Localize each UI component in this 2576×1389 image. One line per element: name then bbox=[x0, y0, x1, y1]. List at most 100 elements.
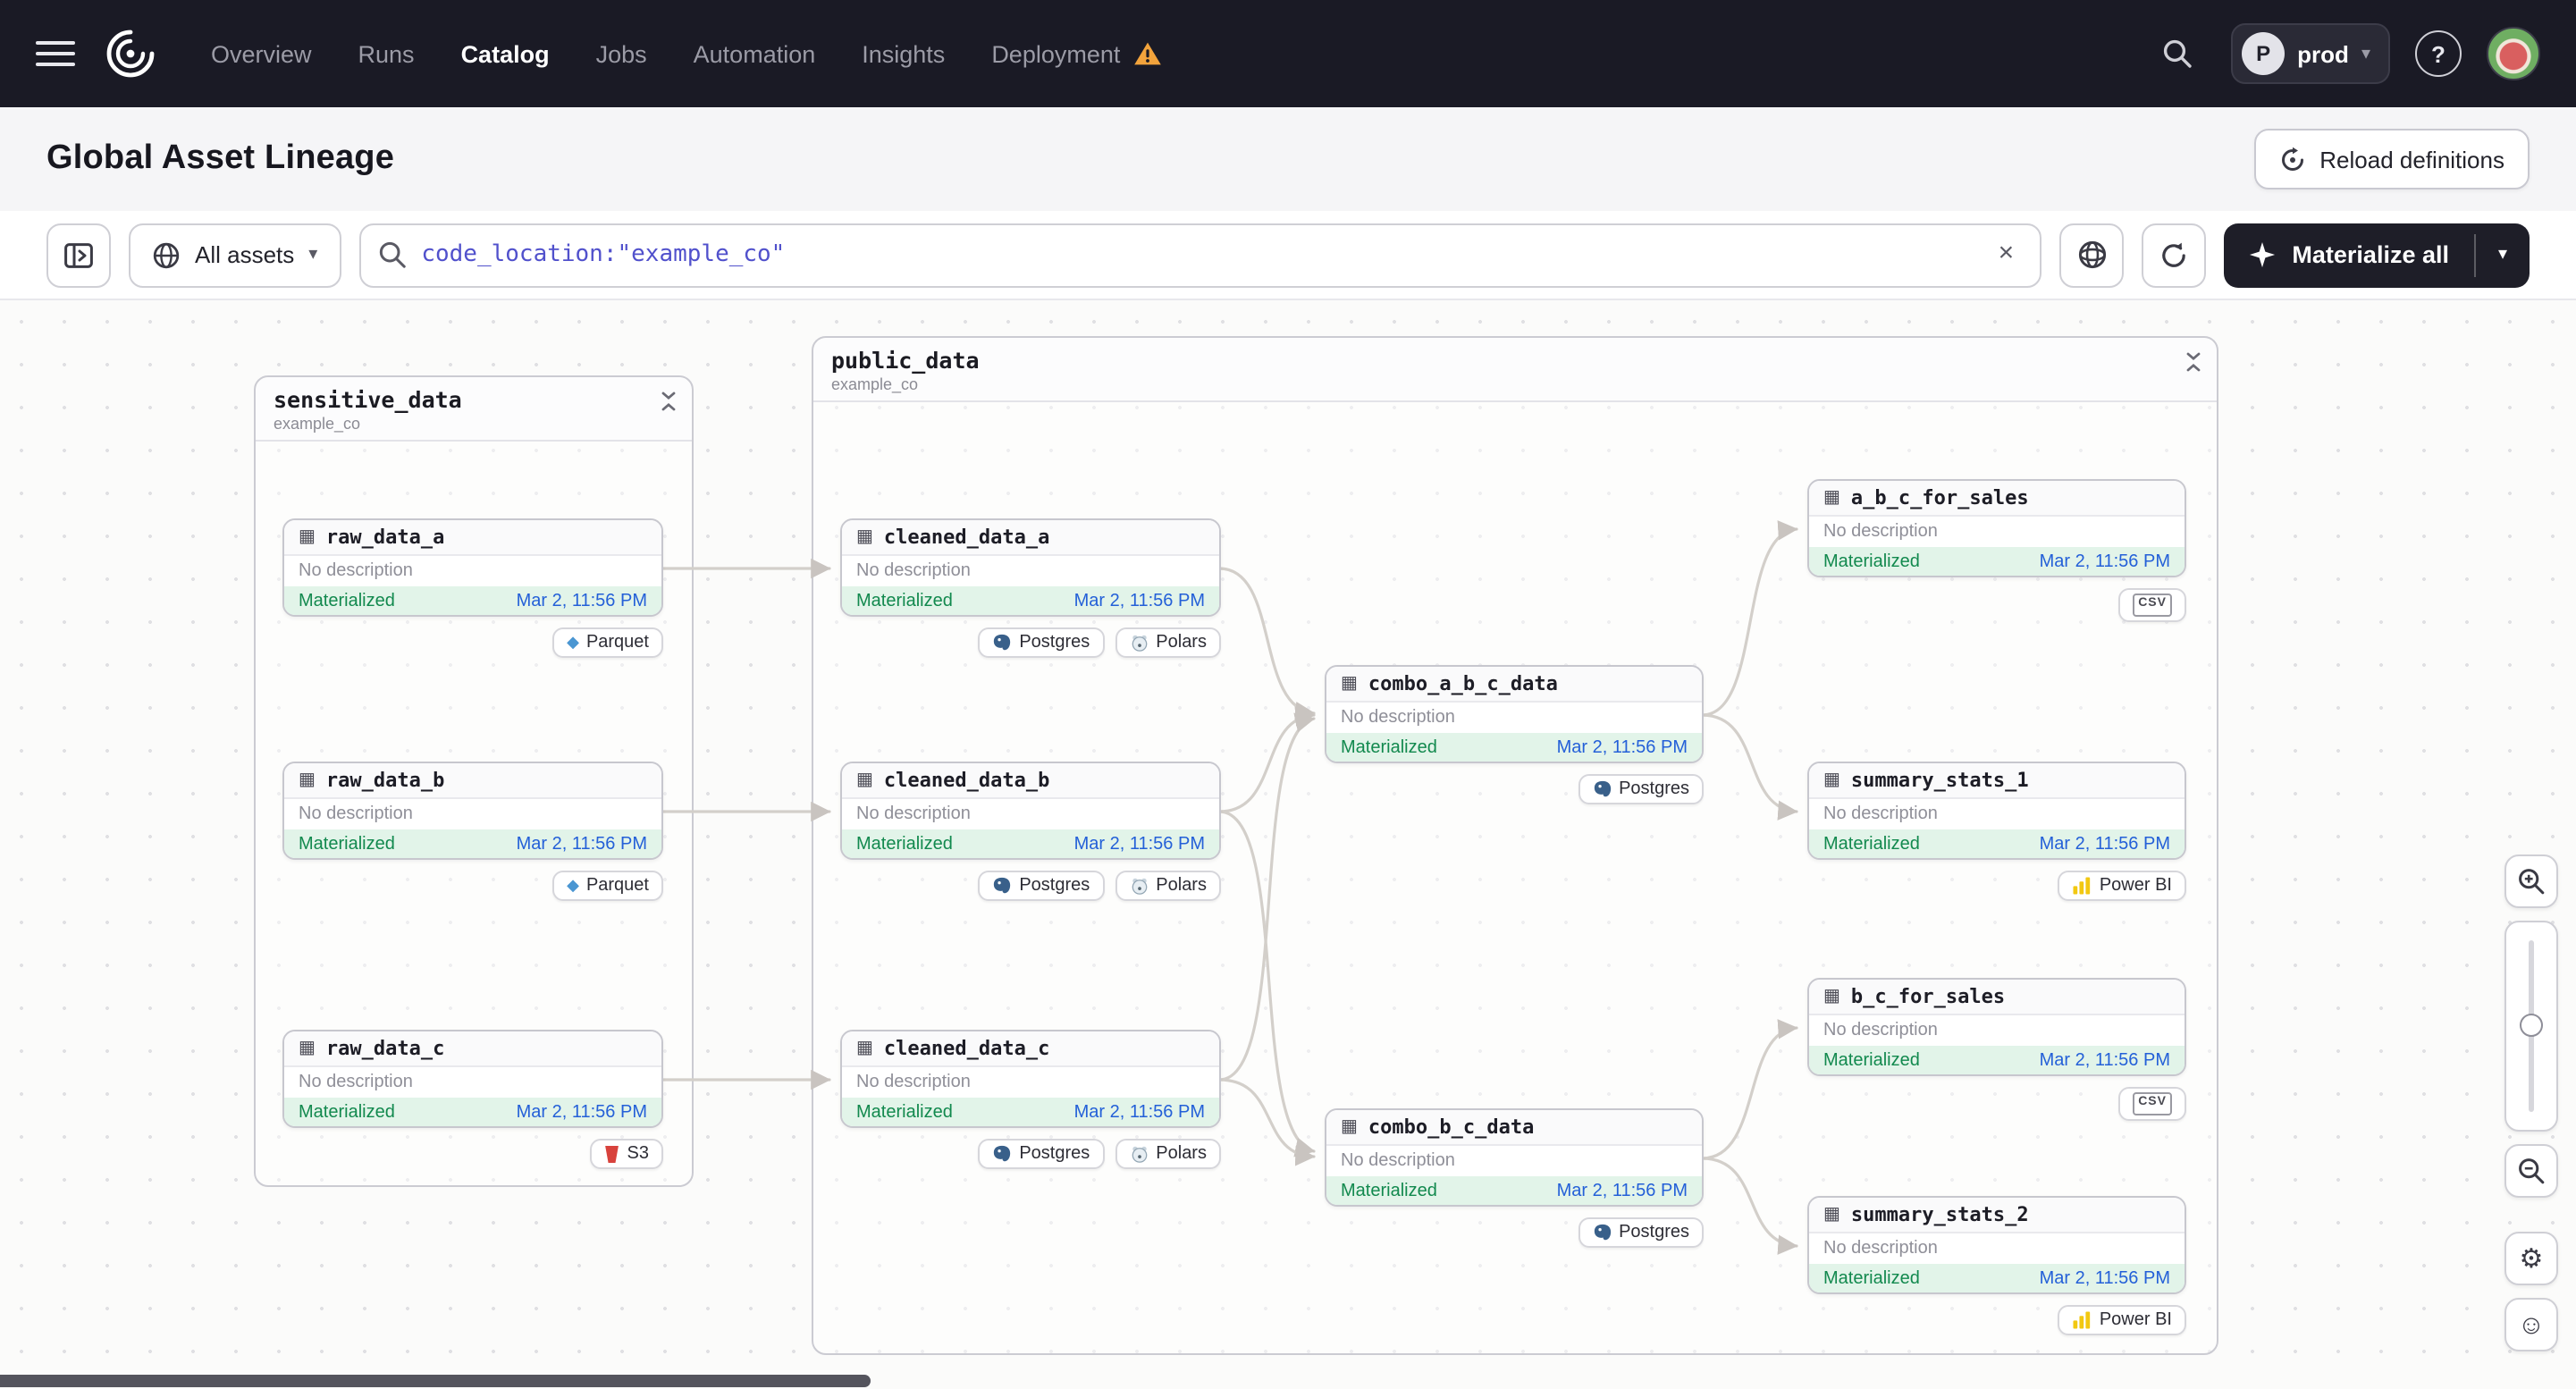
asset-card[interactable]: ▦ b_c_for_sales No description Materializ… bbox=[1807, 978, 2186, 1076]
deployment-switcher[interactable]: P prod ▾ bbox=[2231, 23, 2390, 84]
zoom-out-icon[interactable] bbox=[2504, 1144, 2558, 1198]
asset-card[interactable]: ▦ cleaned_data_c No description Materiali… bbox=[840, 1030, 1221, 1128]
asset-card[interactable]: ▦ a_b_c_for_sales No description Material… bbox=[1807, 479, 2186, 577]
asset-card[interactable]: ▦ combo_a_b_c_data No description Materia… bbox=[1325, 665, 1704, 763]
materialization-timestamp: Mar 2, 11:56 PM bbox=[1073, 591, 1205, 610]
nav-item-insights[interactable]: Insights bbox=[862, 40, 945, 67]
refresh-icon[interactable] bbox=[2142, 223, 2207, 287]
toggle-sidebar-icon[interactable] bbox=[46, 223, 111, 287]
status-badge: Materialized bbox=[1823, 834, 1920, 854]
nav-item-automation[interactable]: Automation bbox=[694, 40, 816, 67]
menu-icon[interactable] bbox=[36, 41, 75, 66]
asset-card[interactable]: ▦ summary_stats_2 No description Material… bbox=[1807, 1196, 2186, 1294]
tag-postgres[interactable]: Postgres bbox=[1578, 1217, 1704, 1248]
nav-item-deployment[interactable]: Deployment bbox=[991, 40, 1120, 67]
help-icon[interactable]: ? bbox=[2415, 30, 2462, 77]
asset-card[interactable]: ▦ raw_data_b No description Materialized M… bbox=[282, 762, 663, 860]
asset-description: No description bbox=[842, 799, 1219, 829]
materialization-timestamp: Mar 2, 11:56 PM bbox=[516, 1102, 647, 1122]
dagster-app: Overview Runs Catalog Jobs Automation In… bbox=[0, 0, 2576, 1389]
table-icon: ▦ bbox=[856, 526, 873, 546]
asset-card[interactable]: ▦ cleaned_data_a No description Materiali… bbox=[840, 518, 1221, 617]
tag-polars[interactable]: Polars bbox=[1115, 627, 1221, 658]
postgres-icon bbox=[1593, 780, 1611, 797]
search-icon bbox=[376, 239, 407, 269]
dagster-logo[interactable] bbox=[100, 23, 161, 84]
user-avatar[interactable] bbox=[2487, 27, 2540, 80]
tag-parquet[interactable]: ◆ Parquet bbox=[552, 627, 663, 658]
asset-card[interactable]: ▦ raw_data_a No description Materialized M… bbox=[282, 518, 663, 617]
nav-item-catalog[interactable]: Catalog bbox=[461, 40, 550, 67]
tag-postgres[interactable]: Postgres bbox=[978, 627, 1105, 658]
asset-description: No description bbox=[1809, 1233, 2185, 1264]
asset-description: No description bbox=[284, 799, 661, 829]
asset-node-cleaned-data-c: ▦ cleaned_data_c No description Materiali… bbox=[840, 1030, 1221, 1169]
status-badge: Materialized bbox=[1823, 1268, 1920, 1288]
postgres-icon bbox=[994, 877, 1011, 894]
materialization-timestamp: Mar 2, 11:56 PM bbox=[1556, 737, 1688, 757]
tag-postgres[interactable]: Postgres bbox=[978, 871, 1105, 901]
tag-parquet[interactable]: ◆ Parquet bbox=[552, 871, 663, 901]
asset-description: No description bbox=[1809, 799, 2185, 829]
asset-node-b-c-for-sales: ▦ b_c_for_sales No description Materializ… bbox=[1807, 978, 2186, 1120]
warning-icon bbox=[1133, 42, 1161, 65]
page-header: Global Asset Lineage Reload definitions bbox=[0, 107, 2576, 211]
page-title: Global Asset Lineage bbox=[46, 139, 395, 177]
zoom-slider[interactable] bbox=[2504, 921, 2558, 1132]
materialization-timestamp: Mar 2, 11:56 PM bbox=[1073, 834, 1205, 854]
lineage-canvas[interactable]: sensitive_data example_co public_data ex… bbox=[0, 300, 2576, 1389]
asset-node-summary-stats-1: ▦ summary_stats_1 No description Material… bbox=[1807, 762, 2186, 901]
asset-card[interactable]: ▦ summary_stats_1 No description Material… bbox=[1807, 762, 2186, 860]
materialize-options-caret[interactable]: ▾ bbox=[2476, 223, 2530, 287]
asset-search: × bbox=[358, 223, 2042, 287]
table-icon: ▦ bbox=[1823, 1204, 1840, 1224]
table-icon: ▦ bbox=[299, 1038, 316, 1057]
status-badge: Materialized bbox=[1341, 1181, 1437, 1200]
materialize-all-split-button: Materialize all ▾ bbox=[2224, 223, 2530, 287]
horizontal-scrollbar[interactable] bbox=[0, 1375, 871, 1387]
asset-description: No description bbox=[1326, 1146, 1702, 1176]
status-badge: Materialized bbox=[1823, 1050, 1920, 1070]
tag-polars[interactable]: Polars bbox=[1115, 871, 1221, 901]
asset-description: No description bbox=[1809, 1015, 2185, 1046]
reload-definitions-button[interactable]: Reload definitions bbox=[2253, 129, 2530, 189]
table-icon: ▦ bbox=[1341, 1116, 1358, 1136]
tag-power-bi[interactable]: Power BI bbox=[2058, 871, 2186, 901]
nav-item-overview[interactable]: Overview bbox=[211, 40, 312, 67]
search-input[interactable] bbox=[358, 223, 2042, 287]
tag-postgres[interactable]: Postgres bbox=[1578, 774, 1704, 804]
asset-filter-dropdown[interactable]: All assets ▾ bbox=[129, 223, 341, 287]
table-icon: ▦ bbox=[1823, 770, 1840, 789]
s3-icon bbox=[604, 1145, 619, 1163]
status-badge: Materialized bbox=[856, 834, 953, 854]
zoom-in-icon[interactable] bbox=[2504, 854, 2558, 908]
materialize-all-button[interactable]: Materialize all bbox=[2224, 223, 2474, 287]
tag-polars[interactable]: Polars bbox=[1115, 1139, 1221, 1169]
chevron-down-icon: ▾ bbox=[2361, 44, 2370, 63]
tag-csv[interactable]: CSV bbox=[2118, 588, 2186, 621]
deployment-name: prod bbox=[2297, 40, 2349, 67]
tag-postgres[interactable]: Postgres bbox=[978, 1139, 1105, 1169]
table-icon: ▦ bbox=[299, 770, 316, 789]
tag-csv[interactable]: CSV bbox=[2118, 1087, 2186, 1120]
feedback-face-icon[interactable]: ☺ bbox=[2504, 1298, 2558, 1351]
search-icon[interactable] bbox=[2149, 25, 2206, 82]
asset-node-a-b-c-for-sales: ▦ a_b_c_for_sales No description Material… bbox=[1807, 479, 2186, 621]
status-badge: Materialized bbox=[856, 591, 953, 610]
nav-links: Overview Runs Catalog Jobs Automation In… bbox=[211, 40, 1161, 67]
gear-icon[interactable]: ⚙ bbox=[2504, 1232, 2558, 1285]
asset-card[interactable]: ▦ combo_b_c_data No description Materiali… bbox=[1325, 1108, 1704, 1207]
zoom-slider-thumb[interactable] bbox=[2520, 1014, 2543, 1038]
asset-node-cleaned-data-b: ▦ cleaned_data_b No description Materiali… bbox=[840, 762, 1221, 901]
asset-card[interactable]: ▦ raw_data_c No description Materialized M… bbox=[282, 1030, 663, 1128]
table-icon: ▦ bbox=[299, 526, 316, 546]
tag-power-bi[interactable]: Power BI bbox=[2058, 1305, 2186, 1335]
status-badge: Materialized bbox=[299, 834, 395, 854]
tag-s3[interactable]: S3 bbox=[589, 1139, 663, 1169]
asset-card[interactable]: ▦ cleaned_data_b No description Materiali… bbox=[840, 762, 1221, 860]
table-icon: ▦ bbox=[1823, 487, 1840, 507]
graph-settings-icon[interactable] bbox=[2059, 223, 2125, 287]
clear-search-icon[interactable]: × bbox=[1988, 235, 2024, 271]
nav-item-runs[interactable]: Runs bbox=[358, 40, 415, 67]
nav-item-jobs[interactable]: Jobs bbox=[596, 40, 647, 67]
